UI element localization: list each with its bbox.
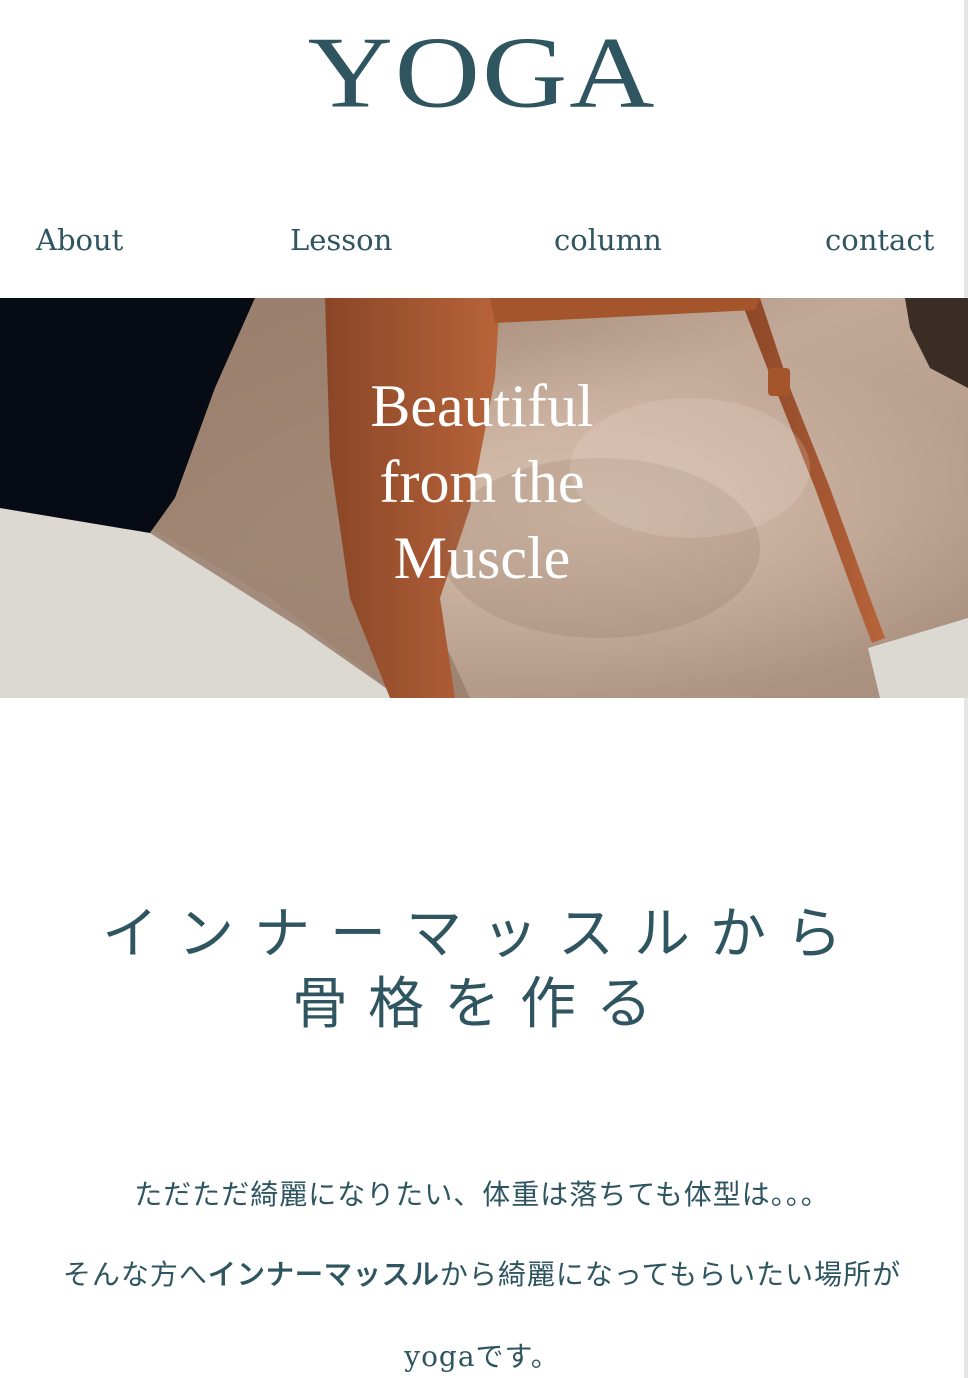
nav-item-lesson[interactable]: Lesson bbox=[290, 220, 392, 260]
intro-heading-line-1: インナーマッスルから bbox=[102, 902, 862, 967]
intro-paragraph-emphasis: インナーマッスル bbox=[207, 1258, 440, 1291]
hero-line-1: Beautiful bbox=[370, 373, 594, 439]
intro-paragraph-line-2-start: そんな方へ bbox=[62, 1258, 208, 1291]
hero-line-2: from the bbox=[379, 449, 585, 515]
site-logo[interactable]: YOGA bbox=[0, 22, 964, 123]
intro-paragraph-line-3: yogaです。 bbox=[404, 1340, 560, 1373]
nav-item-contact[interactable]: contact bbox=[825, 220, 934, 260]
nav-item-column[interactable]: column bbox=[554, 220, 662, 260]
intro-heading: インナーマッスルから 骨格を作る bbox=[0, 900, 964, 1040]
intro-heading-line-2: 骨格を作る bbox=[292, 972, 672, 1037]
hero-banner: Beautiful from the Muscle bbox=[0, 298, 968, 698]
intro-paragraph-line-2-end: から綺麗になってもらいたい場所が bbox=[439, 1258, 902, 1291]
main-nav: About Lesson column contact bbox=[0, 220, 964, 264]
intro-paragraph-line-2: そんな方へインナーマッスルから綺麗になってもらいたい場所が bbox=[0, 1255, 964, 1295]
hero-tagline: Beautiful from the Muscle bbox=[0, 368, 964, 596]
intro-paragraph-line-1: ただただ綺麗になりたい、体重は落ちても体型は。。。 bbox=[134, 1178, 830, 1211]
nav-item-about[interactable]: About bbox=[36, 220, 123, 260]
hero-line-3: Muscle bbox=[393, 525, 571, 591]
